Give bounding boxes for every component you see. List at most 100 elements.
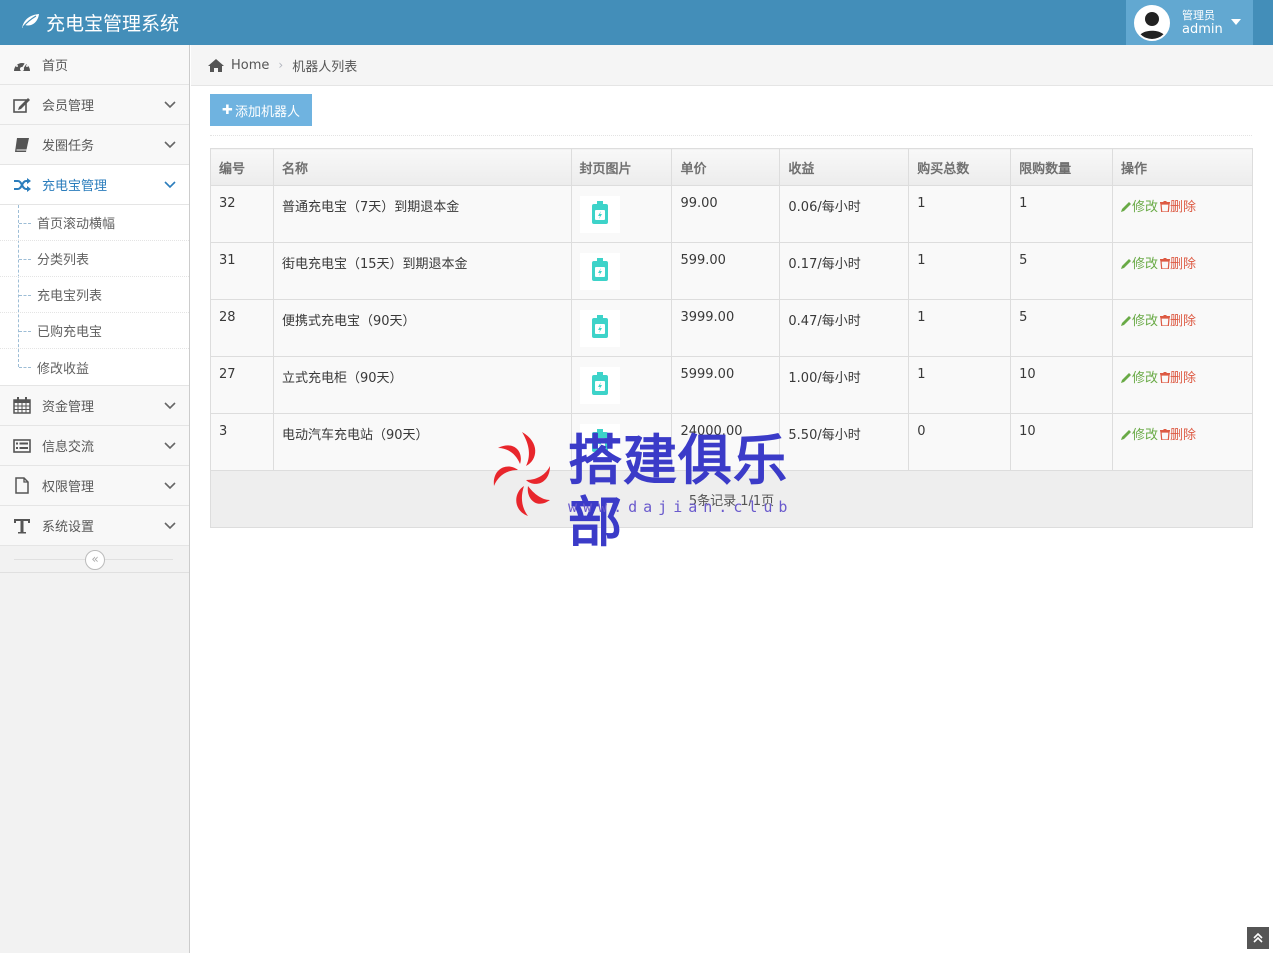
sidebar-item-label: 首页 <box>42 59 69 74</box>
sidebar-item-members[interactable]: 会员管理 <box>0 85 189 125</box>
battery-icon <box>591 200 609 229</box>
user-role: 管理员 <box>1182 8 1215 22</box>
cell-id: 27 <box>210 356 274 414</box>
delete-label: 删除 <box>1170 257 1197 272</box>
app-title: 充电宝管理系统 <box>46 13 180 35</box>
edit-link[interactable]: 修改 <box>1121 200 1158 215</box>
cell-cover <box>570 356 673 414</box>
double-chevron-left-icon[interactable]: « <box>85 550 105 570</box>
cell-name: 立式充电柜（90天） <box>272 356 572 414</box>
sidebar-item-label: 信息交流 <box>42 440 95 455</box>
sidebar-item-label: 会员管理 <box>42 99 95 114</box>
leaf-icon <box>20 12 40 34</box>
cell-cover <box>570 185 673 243</box>
add-robot-label: 添加机器人 <box>234 104 300 120</box>
column-header-total: 购买总数 <box>908 148 1012 186</box>
cell-cover <box>570 413 673 471</box>
cell-income: 1.00/每小时 <box>779 356 910 414</box>
delete-label: 删除 <box>1170 428 1197 443</box>
delete-link[interactable]: 删除 <box>1160 200 1196 215</box>
breadcrumb-home-link[interactable]: Home <box>231 58 269 73</box>
battery-icon <box>591 257 609 286</box>
cell-id: 3 <box>210 413 274 471</box>
edit-icon <box>12 96 32 114</box>
cell-total: 1 <box>908 356 1012 414</box>
column-header-name: 名称 <box>272 148 572 186</box>
column-header-limit: 限购数量 <box>1010 148 1114 186</box>
cell-total: 1 <box>908 299 1012 357</box>
delete-link[interactable]: 删除 <box>1160 314 1196 329</box>
sidebar-item-settings[interactable]: 系统设置 <box>0 506 189 546</box>
cell-income: 5.50/每小时 <box>779 413 910 471</box>
cell-price: 24000.00 <box>671 413 781 471</box>
delete-link[interactable]: 删除 <box>1160 371 1196 386</box>
cell-actions: 修改 删除 <box>1112 356 1253 414</box>
submenu-item[interactable]: 已购充电宝 <box>0 313 189 349</box>
file-icon <box>12 477 32 495</box>
submenu-item[interactable]: 首页滚动横幅 <box>0 205 189 241</box>
table-row: 31 街电充电宝（15天）到期退本金 599.00 0.17/每小时 1 5 修改 删除 <box>210 242 1253 300</box>
book-icon <box>12 136 32 154</box>
cell-limit: 5 <box>1010 299 1114 357</box>
sidebar-item-finance[interactable]: 资金管理 <box>0 386 189 426</box>
chevron-down-icon <box>164 138 176 153</box>
cover-image <box>579 253 620 290</box>
delete-label: 删除 <box>1170 371 1197 386</box>
pencil-icon <box>1121 316 1132 326</box>
chevron-down-icon <box>164 178 176 193</box>
cell-income: 0.17/每小时 <box>779 242 910 300</box>
cell-limit: 5 <box>1010 242 1114 300</box>
chevron-down-icon <box>164 439 176 454</box>
column-header-id: 编号 <box>210 148 274 186</box>
trash-icon <box>1160 201 1171 213</box>
delete-label: 删除 <box>1170 314 1197 329</box>
submenu-item[interactable]: 充电宝列表 <box>0 277 189 313</box>
cell-name: 电动汽车充电站（90天） <box>272 413 572 471</box>
double-chevron-up-icon <box>1253 933 1263 943</box>
delete-link[interactable]: 删除 <box>1160 257 1196 272</box>
calendar-icon <box>12 397 32 415</box>
sidebar-item-tasks[interactable]: 发圈任务 <box>0 125 189 165</box>
cell-total: 1 <box>908 185 1012 243</box>
cell-limit: 1 <box>1010 185 1114 243</box>
edit-link[interactable]: 修改 <box>1121 428 1158 443</box>
dashboard-icon <box>12 56 32 74</box>
pencil-icon <box>1121 259 1132 269</box>
pencil-icon <box>1121 430 1132 440</box>
cell-name: 街电充电宝（15天）到期退本金 <box>272 242 572 300</box>
add-robot-button[interactable]: ✚ 添加机器人 <box>210 94 312 126</box>
delete-link[interactable]: 删除 <box>1160 428 1196 443</box>
chevron-down-icon <box>164 519 176 534</box>
edit-link[interactable]: 修改 <box>1121 314 1158 329</box>
edit-link[interactable]: 修改 <box>1121 371 1158 386</box>
user-menu[interactable]: 管理员 admin <box>1126 0 1253 45</box>
cell-price: 599.00 <box>671 242 781 300</box>
edit-label: 修改 <box>1132 428 1159 443</box>
caret-down-icon <box>1231 19 1241 25</box>
edit-label: 修改 <box>1132 257 1159 272</box>
cover-image <box>579 424 620 461</box>
sidebar-item-permissions[interactable]: 权限管理 <box>0 466 189 506</box>
sidebar-item-messages[interactable]: 信息交流 <box>0 426 189 466</box>
pencil-icon <box>1121 202 1132 212</box>
submenu-item[interactable]: 分类列表 <box>0 241 189 277</box>
scroll-to-top-button[interactable] <box>1247 927 1269 949</box>
robot-table: 编号 名称 封页图片 单价 收益 购买总数 限购数量 操作 32 普通充电宝（7天… <box>210 148 1253 528</box>
table-row: 27 立式充电柜（90天） 5999.00 1.00/每小时 1 10 修改 删除 <box>210 356 1253 414</box>
battery-icon <box>591 428 609 457</box>
divider <box>210 135 1252 136</box>
powerbank-submenu: 首页滚动横幅 分类列表 充电宝列表 已购充电宝 修改收益 <box>0 205 189 386</box>
cell-total: 0 <box>908 413 1012 471</box>
cell-cover <box>570 299 673 357</box>
pagination-info: 5条记录 1/1页 <box>210 470 1253 528</box>
cover-image <box>579 196 620 233</box>
cell-cover <box>570 242 673 300</box>
chevron-down-icon <box>164 98 176 113</box>
battery-icon <box>591 314 609 343</box>
sidebar-item-powerbank[interactable]: 充电宝管理 <box>0 165 189 205</box>
submenu-item[interactable]: 修改收益 <box>0 349 189 385</box>
brand[interactable]: 充电宝管理系统 <box>20 0 179 45</box>
edit-link[interactable]: 修改 <box>1121 257 1158 272</box>
table-row: 32 普通充电宝（7天）到期退本金 99.00 0.06/每小时 1 1 修改 删除 <box>210 185 1253 243</box>
sidebar-item-home[interactable]: 首页 <box>0 45 189 85</box>
